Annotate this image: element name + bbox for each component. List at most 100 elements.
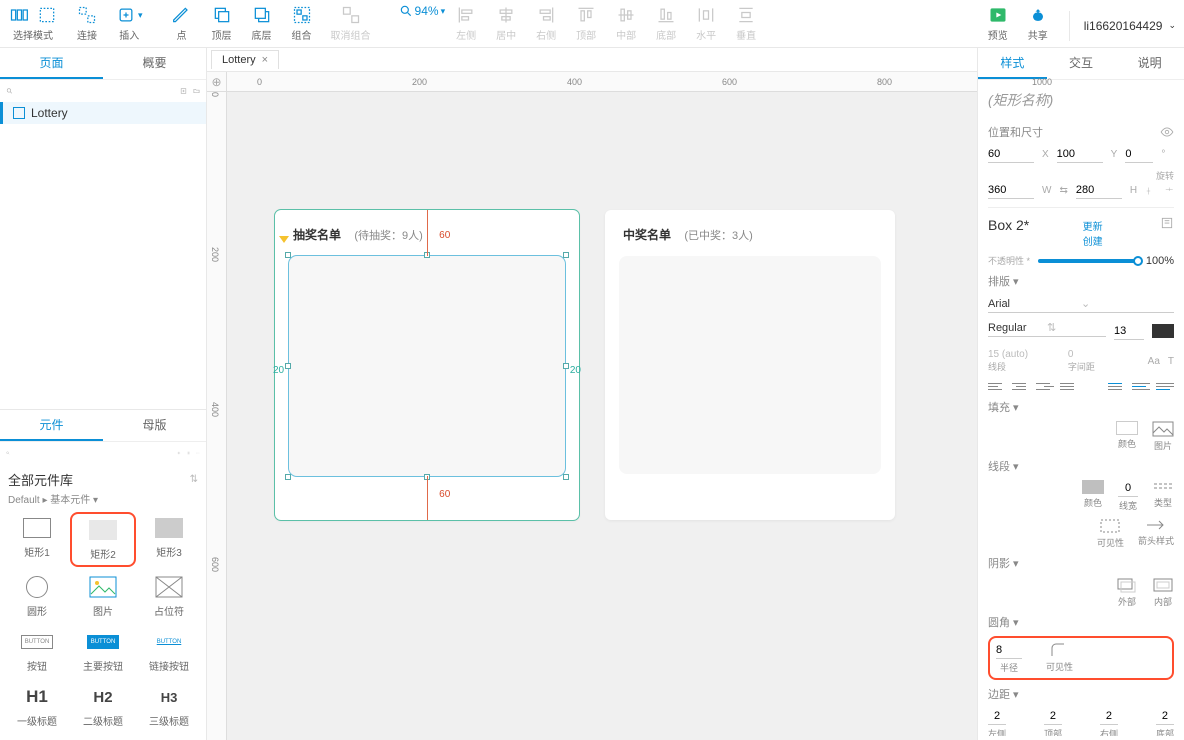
- valign-mid-icon[interactable]: [1132, 379, 1150, 393]
- section-typography[interactable]: 排版 ▾: [988, 273, 1174, 289]
- widget-circle[interactable]: 圆形: [4, 571, 70, 622]
- tab-widgets[interactable]: 元件: [0, 410, 103, 441]
- card-win-list[interactable]: 中奖名单 (已中奖：3人): [605, 210, 895, 520]
- pages-search-input[interactable]: [19, 84, 174, 98]
- inner-box-1[interactable]: [289, 256, 565, 476]
- close-icon[interactable]: ×: [262, 54, 268, 66]
- widget-h1[interactable]: H1一级标题: [4, 681, 70, 732]
- widgets-search-input[interactable]: [16, 446, 171, 460]
- valign-bot-icon[interactable]: [1156, 379, 1174, 393]
- section-corner[interactable]: 圆角 ▾: [988, 614, 1174, 630]
- font-family-select[interactable]: Arial⌄: [988, 295, 1174, 313]
- inner-box-2[interactable]: [619, 256, 881, 474]
- send-back-icon[interactable]: [251, 4, 273, 26]
- input-rotation[interactable]: [1125, 146, 1153, 163]
- flip-h-icon[interactable]: [1145, 184, 1155, 198]
- canvas[interactable]: 抽奖名单 (待抽奖：9人) 60 60 20 20: [227, 92, 977, 740]
- fill-image-icon[interactable]: [1152, 421, 1174, 437]
- library-sub[interactable]: Default ▸ 基本元件 ▾: [0, 491, 206, 512]
- widget-h2[interactable]: H2二级标题: [70, 681, 136, 732]
- card-draw-list[interactable]: 抽奖名单 (待抽奖：9人) 60 60 20 20: [275, 210, 579, 520]
- bring-front-icon[interactable]: [211, 4, 233, 26]
- align-justify-icon[interactable]: [1060, 379, 1078, 393]
- chevron-updown-icon[interactable]: ⇅: [190, 474, 198, 485]
- document-tab[interactable]: Lottery ×: [211, 50, 279, 69]
- font-color-swatch[interactable]: [1152, 324, 1174, 338]
- link-create-style[interactable]: 创建: [1083, 233, 1103, 248]
- search-icon[interactable]: [6, 446, 10, 460]
- corner-radius-input[interactable]: [996, 642, 1022, 659]
- flip-v-icon[interactable]: [1164, 184, 1174, 198]
- tab-interaction[interactable]: 交互: [1047, 48, 1116, 79]
- align-right-icon[interactable]: [1036, 379, 1054, 393]
- tab-style[interactable]: 样式: [978, 48, 1047, 79]
- section-padding[interactable]: 边距 ▾: [988, 686, 1174, 702]
- border-width-input[interactable]: [1118, 480, 1138, 497]
- connect-icon[interactable]: [76, 4, 98, 26]
- add-icon[interactable]: [177, 446, 181, 460]
- corner-vis-icon[interactable]: [1050, 642, 1070, 658]
- text-case-icon[interactable]: Aa: [1148, 356, 1160, 367]
- text-options-icon[interactable]: T: [1168, 356, 1174, 367]
- align-left-icon[interactable]: [988, 379, 1006, 393]
- visibility-icon[interactable]: [1160, 125, 1174, 139]
- pad-t-input[interactable]: [1044, 708, 1062, 725]
- widget-rect3[interactable]: 矩形3: [136, 512, 202, 567]
- user-menu[interactable]: li16620164429⌄: [1084, 19, 1176, 33]
- tab-notes[interactable]: 说明: [1115, 48, 1184, 79]
- border-vis-icon[interactable]: [1099, 518, 1121, 534]
- options-icon[interactable]: [187, 446, 191, 460]
- pen-icon[interactable]: [171, 4, 193, 26]
- input-height[interactable]: [1076, 182, 1122, 199]
- shadow-outer-icon[interactable]: [1116, 577, 1138, 593]
- widget-h3[interactable]: H3三级标题: [136, 681, 202, 732]
- opacity-slider[interactable]: [1038, 259, 1138, 263]
- section-shadow[interactable]: 阴影 ▾: [988, 555, 1174, 571]
- ruler-corner-icon[interactable]: ⊕: [207, 72, 227, 92]
- widget-button[interactable]: BUTTON按钮: [4, 626, 70, 677]
- widget-image[interactable]: 图片: [70, 571, 136, 622]
- lock-aspect-icon[interactable]: ⇆: [1059, 185, 1067, 196]
- widget-primary-button[interactable]: BUTTON主要按钮: [70, 626, 136, 677]
- style-manage-icon[interactable]: [1160, 216, 1174, 230]
- fill-color-swatch[interactable]: [1116, 421, 1138, 435]
- widget-placeholder[interactable]: 占位符: [136, 571, 202, 622]
- section-border[interactable]: 线段 ▾: [988, 458, 1174, 474]
- select-mode-2-icon[interactable]: [36, 4, 58, 26]
- search-icon[interactable]: [6, 84, 13, 98]
- tab-masters[interactable]: 母版: [103, 410, 206, 441]
- add-folder-icon[interactable]: [193, 84, 200, 98]
- input-y[interactable]: [1057, 146, 1103, 163]
- more-icon[interactable]: [196, 446, 200, 460]
- pad-b-input[interactable]: [1156, 708, 1174, 725]
- zoom-control[interactable]: 94%▾: [399, 4, 446, 18]
- input-x[interactable]: [988, 146, 1034, 163]
- tab-outline[interactable]: 概要: [103, 48, 206, 79]
- link-update-style[interactable]: 更新: [1083, 218, 1103, 233]
- share-icon[interactable]: [1027, 4, 1049, 26]
- pad-l-input[interactable]: [988, 708, 1006, 725]
- insert-icon[interactable]: ▾: [116, 4, 143, 26]
- border-color-swatch[interactable]: [1082, 480, 1104, 494]
- page-item-lottery[interactable]: Lottery: [0, 102, 206, 124]
- library-header[interactable]: 全部元件库: [8, 470, 190, 489]
- font-weight-select[interactable]: Regular⇅: [988, 319, 1106, 337]
- shape-name-input[interactable]: (矩形名称): [988, 86, 1174, 118]
- arrow-style-icon[interactable]: [1145, 518, 1167, 532]
- valign-top-icon[interactable]: [1108, 379, 1126, 393]
- input-width[interactable]: [988, 182, 1034, 199]
- pad-r-input[interactable]: [1100, 708, 1118, 725]
- widget-rect2[interactable]: 矩形2: [70, 512, 136, 567]
- widget-rect1[interactable]: 矩形1: [4, 512, 70, 567]
- tab-pages[interactable]: 页面: [0, 48, 103, 79]
- widget-link-button[interactable]: BUTTON链接按钮: [136, 626, 202, 677]
- shadow-inner-icon[interactable]: [1152, 577, 1174, 593]
- section-fill[interactable]: 填充 ▾: [988, 399, 1174, 415]
- border-type-icon[interactable]: [1152, 480, 1174, 494]
- font-size-input[interactable]: [1114, 323, 1144, 340]
- add-page-icon[interactable]: [180, 84, 187, 98]
- select-mode-1-icon[interactable]: [8, 4, 30, 26]
- group-icon[interactable]: [291, 4, 313, 26]
- align-center-icon[interactable]: [1012, 379, 1030, 393]
- preview-icon[interactable]: [987, 4, 1009, 26]
